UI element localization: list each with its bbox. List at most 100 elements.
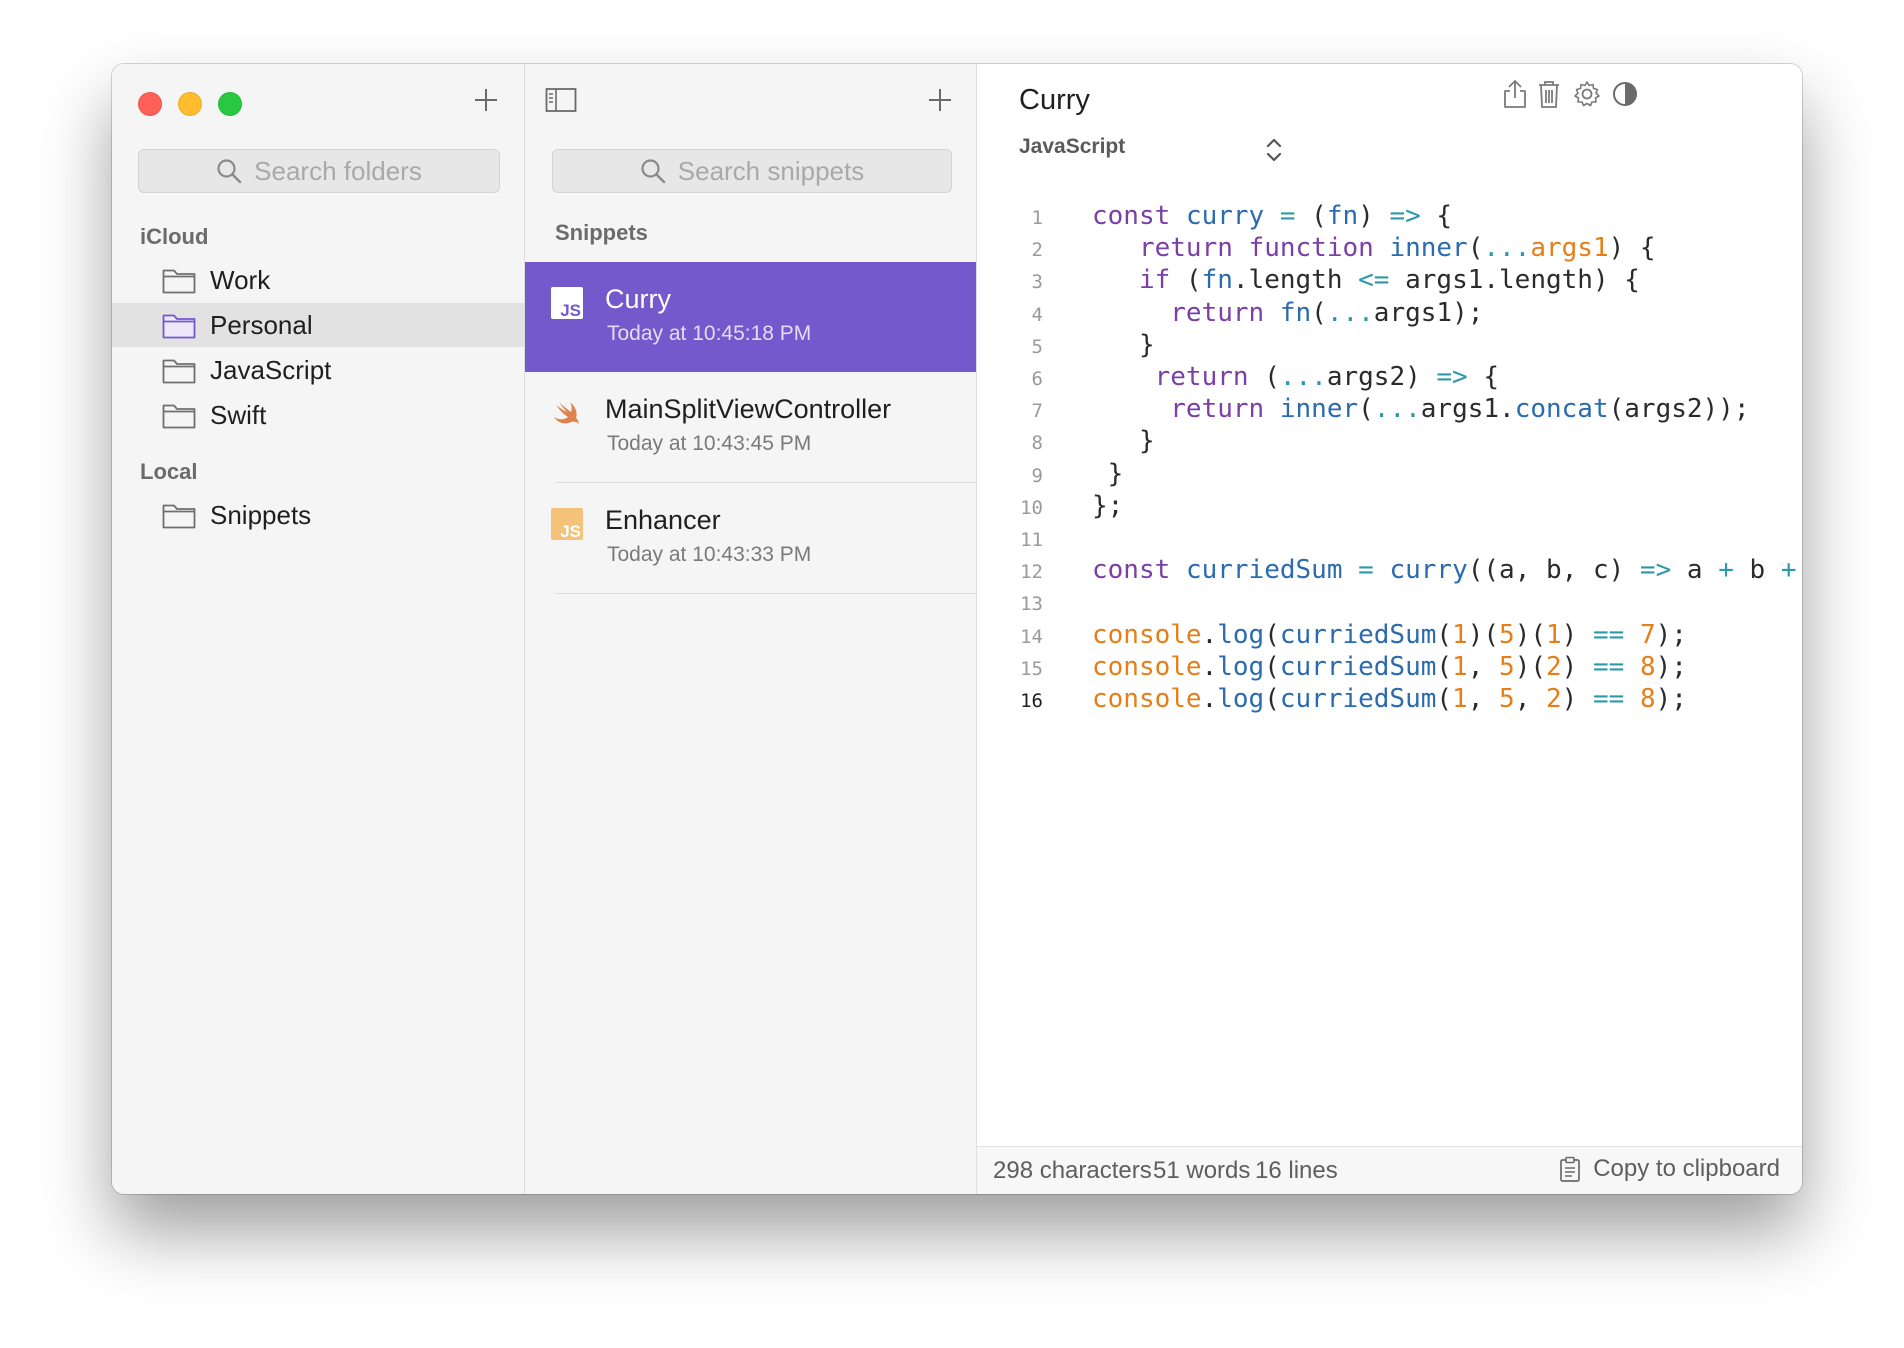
snippet-title-field[interactable]: Curry <box>1019 84 1090 117</box>
snippet-item-mainsplitviewcontroller[interactable]: MainSplitViewController Today at 10:43:4… <box>525 372 976 482</box>
code-line-text: if (fn.length <= args1.length) { <box>1138 265 1640 296</box>
folder-item-snippets[interactable]: Snippets <box>112 493 524 537</box>
code-line: 11 <box>977 523 1802 555</box>
code-line-text: return (...args2) => { <box>1154 362 1500 393</box>
trash-icon <box>1539 81 1559 108</box>
snippet-title: Enhancer <box>605 505 721 535</box>
snippet-title: MainSplitViewController <box>605 394 892 424</box>
line-number: 4 <box>1031 303 1043 326</box>
folder-item-swift[interactable]: Swift <box>112 393 524 437</box>
folder-icon <box>162 501 196 529</box>
search-folders-placeholder: Search folders <box>254 155 422 186</box>
code-line-text: console.log(curriedSum(1, 5)(2) == 8); <box>1092 651 1687 682</box>
folder-label: JavaScript <box>210 354 332 385</box>
snippet-title: Curry <box>605 284 671 314</box>
code-line-text: const curry = (fn) => { <box>1092 201 1453 231</box>
toggle-sidebar-button[interactable] <box>545 84 577 116</box>
snippets-list-pane: Search snippets Snippets JS Curry Today … <box>525 64 977 1194</box>
code-line-text: return fn(...args1); <box>1170 297 1484 328</box>
copy-to-clipboard-label: Copy to clipboard <box>1593 1155 1780 1182</box>
code-line: 5 } <box>977 330 1802 362</box>
share-button[interactable] <box>1499 78 1531 110</box>
line-number: 3 <box>1031 271 1043 294</box>
folder-label: Work <box>210 264 271 295</box>
javascript-file-icon: JS <box>551 508 583 540</box>
code-line-text: console.log(curriedSum(1, 5, 2) == 8); <box>1092 684 1687 715</box>
editor-pane: Curry JavaScript 1 const curry = (fn) =>… <box>977 64 1802 1194</box>
contrast-icon <box>1613 82 1637 106</box>
code-line: 3 if (fn.length <= args1.length) { <box>977 265 1802 297</box>
snippet-item-curry[interactable]: JS Curry Today at 10:45:18 PM <box>525 262 976 372</box>
code-line-text: } <box>1092 426 1155 457</box>
folder-icon <box>162 266 196 294</box>
code-line: 2 return function inner(...args1) { <box>977 233 1802 265</box>
search-icon <box>217 159 242 184</box>
folder-label: Snippets <box>210 499 312 530</box>
code-line: 12 const curriedSum = curry((a, b, c) => … <box>977 555 1802 587</box>
add-snippet-button[interactable] <box>924 84 956 116</box>
folder-item-work[interactable]: Work <box>112 258 524 302</box>
code-line-text: }; <box>1092 490 1124 521</box>
search-folders-input[interactable]: Search folders <box>138 149 500 193</box>
code-line: 6 return (...args2) => { <box>977 362 1802 394</box>
folder-item-javascript[interactable]: JavaScript <box>112 348 524 392</box>
line-number: 9 <box>1031 464 1043 487</box>
swift-logo-icon <box>554 402 579 424</box>
theme-toggle-button[interactable] <box>1609 78 1641 110</box>
line-count: 16 lines <box>1255 1157 1338 1184</box>
app-window: Search folders iCloud Work Personal Java… <box>112 64 1802 1194</box>
delete-button[interactable] <box>1533 78 1565 110</box>
snippet-date: Today at 10:43:45 PM <box>607 432 812 455</box>
code-line: 1 const curry = (fn) => { <box>977 201 1802 233</box>
folder-item-personal[interactable]: Personal <box>112 303 524 347</box>
folder-icon <box>162 311 196 339</box>
line-number: 2 <box>1031 239 1043 262</box>
line-number: 1 <box>1031 207 1043 229</box>
word-count: 51 words <box>1153 1157 1251 1184</box>
line-number: 5 <box>1031 335 1043 358</box>
svg-text:JS: JS <box>560 522 581 540</box>
line-number: 8 <box>1031 432 1043 455</box>
line-number: 14 <box>1020 625 1043 648</box>
plus-icon <box>929 89 951 111</box>
folder-icon <box>162 356 196 384</box>
javascript-file-icon: JS <box>551 287 583 319</box>
folder-label: Personal <box>210 309 313 340</box>
gear-icon <box>1574 81 1600 107</box>
search-snippets-input[interactable]: Search snippets <box>552 149 952 193</box>
snippet-item-enhancer[interactable]: JS Enhancer Today at 10:43:33 PM <box>525 483 976 593</box>
plus-icon <box>475 89 497 111</box>
clipboard-icon <box>1560 1156 1581 1182</box>
language-selector[interactable]: JavaScript <box>1019 135 1125 159</box>
code-line: 16 console.log(curriedSum(1, 5, 2) == 8); <box>977 684 1802 716</box>
code-line-text: return inner(...args1.concat(args2)); <box>1170 394 1750 425</box>
svg-text:JS: JS <box>560 301 581 319</box>
line-number: 6 <box>1031 368 1043 391</box>
close-window-button[interactable] <box>138 92 162 116</box>
code-line: 4 return fn(...args1); <box>977 298 1802 330</box>
line-number: 15 <box>1020 657 1043 680</box>
status-bar: 298 characters 51 words 16 lines Copy to… <box>977 1146 1802 1194</box>
icloud-section-label: iCloud <box>140 224 209 249</box>
code-line: 8 } <box>977 426 1802 458</box>
code-line-text: const curriedSum = curry((a, b, c) => a … <box>1092 555 1797 586</box>
code-line: 10}; <box>977 491 1802 523</box>
share-icon <box>1504 80 1526 108</box>
up-down-chevron-icon[interactable] <box>1261 134 1287 166</box>
folders-sidebar: Search folders iCloud Work Personal Java… <box>112 64 525 1194</box>
minimize-window-button[interactable] <box>178 92 202 116</box>
line-number: 10 <box>1020 496 1043 519</box>
add-folder-button[interactable] <box>470 84 502 116</box>
copy-to-clipboard-button[interactable]: Copy to clipboard <box>1559 1155 1780 1183</box>
character-count: 298 characters <box>993 1157 1152 1184</box>
sidebar-toggle-icon <box>545 88 577 112</box>
code-line-text: console.log(curriedSum(1)(5)(1) == 7); <box>1092 619 1687 650</box>
code-editor[interactable]: 1 const curry = (fn) => { 2 return functi… <box>977 201 1802 716</box>
code-line: 7 return inner(...args1.concat(args2)); <box>977 394 1802 426</box>
zoom-window-button[interactable] <box>218 92 242 116</box>
snippets-section-header: Snippets <box>555 220 648 245</box>
line-number: 7 <box>1031 400 1043 423</box>
settings-button[interactable] <box>1571 78 1603 110</box>
